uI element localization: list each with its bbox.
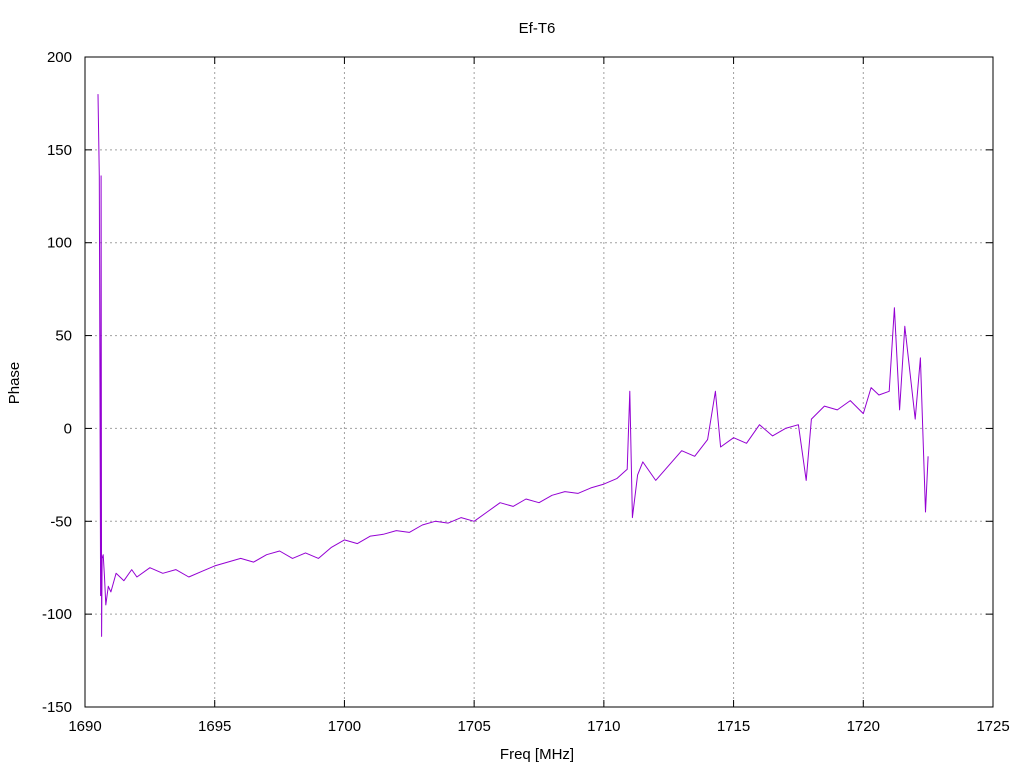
x-tick-label: 1690 xyxy=(68,718,101,735)
y-tick-label: 0 xyxy=(64,420,72,437)
y-axis-title: Phase xyxy=(6,362,23,405)
x-tick-label: 1695 xyxy=(198,718,231,735)
x-tick-label: 1720 xyxy=(847,718,880,735)
y-tick-label: -150 xyxy=(42,699,72,716)
y-tick-label: 150 xyxy=(47,142,72,159)
plot-frame xyxy=(84,56,994,708)
y-tick-label: 200 xyxy=(47,49,72,66)
y-tick-label: 100 xyxy=(47,235,72,252)
y-tick-label: -100 xyxy=(42,606,72,623)
y-tick-label: 50 xyxy=(55,328,72,345)
x-tick-label: 1710 xyxy=(587,718,620,735)
phase-series-line xyxy=(97,94,929,637)
chart-title: Ef-T6 xyxy=(519,20,556,37)
tick-labels: 1690 1695 1700 1705 1710 1715 1720 1725 -150 -100… xyxy=(42,49,1010,735)
x-tick-label: 1725 xyxy=(976,718,1009,735)
x-axis-title: Freq [MHz] xyxy=(500,746,574,763)
y-tick-label: -50 xyxy=(50,513,72,530)
phase-chart: Ef-T6 Freq [MHz] Phase 1690 1695 1700 1705 1… xyxy=(6,20,1010,763)
x-tick-label: 1715 xyxy=(717,718,750,735)
series-layer xyxy=(97,94,929,637)
grid xyxy=(85,57,993,707)
axis-ticks xyxy=(84,56,994,708)
x-tick-label: 1700 xyxy=(328,718,361,735)
x-tick-label: 1705 xyxy=(457,718,490,735)
